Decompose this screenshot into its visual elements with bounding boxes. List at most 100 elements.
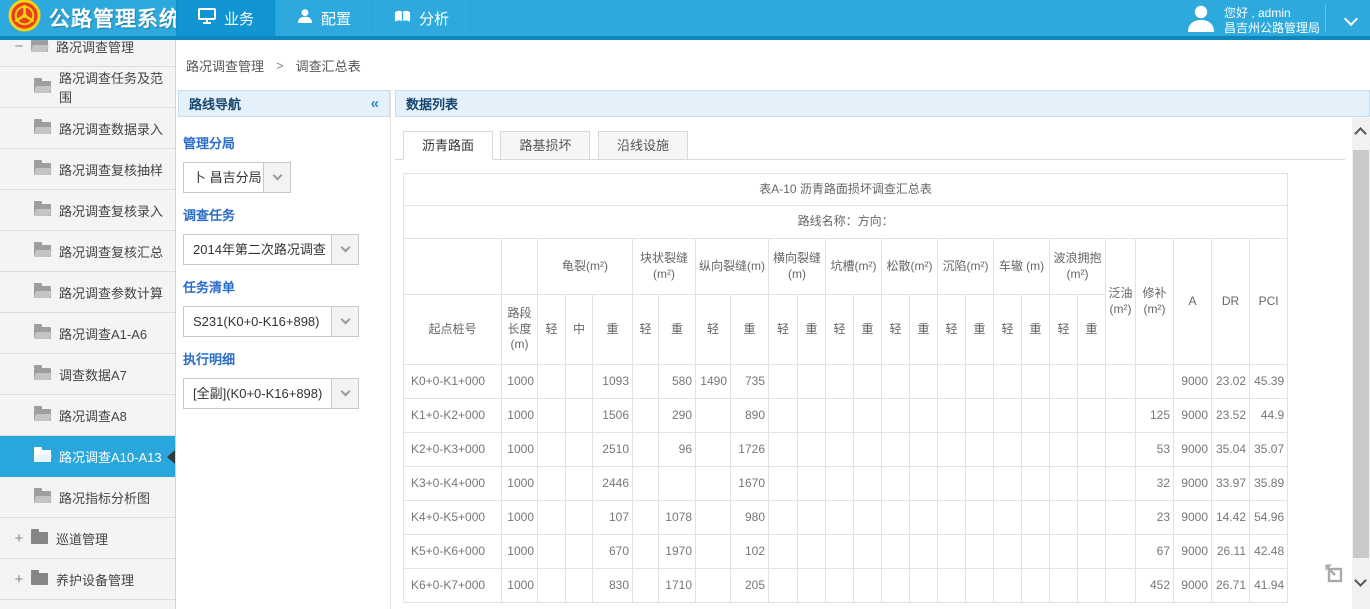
sidebar-item[interactable]: 路况调查A10-A13 (0, 436, 175, 477)
table-cell (826, 569, 854, 603)
scrollbar-thumb[interactable] (1353, 150, 1369, 558)
table-cell: 9000 (1174, 433, 1212, 467)
top-tab-config[interactable]: 配置 (275, 0, 372, 36)
table-cell: 35.04 (1212, 433, 1250, 467)
table-row[interactable]: K1+0-K2+00010001506290890125900023.5244.… (404, 399, 1288, 433)
sidebar-item-label: 路况指标分析图 (59, 488, 150, 507)
column-subheader: 重 (910, 295, 938, 365)
breadcrumb-item-current: 调查汇总表 (296, 56, 361, 75)
table-cell (854, 501, 882, 535)
select-dropdown-button[interactable] (331, 235, 358, 264)
field-label-task-list: 任务清单 (183, 277, 390, 296)
chevron-down-icon (340, 243, 350, 253)
sidebar-item[interactable]: 路况调查复核抽样 (0, 149, 175, 190)
task-select[interactable]: 2014年第二次路况调查 (183, 234, 359, 265)
sidebar-item[interactable]: +养护设备管理 (0, 559, 175, 600)
branch-select[interactable]: 卜 昌吉分局 (183, 162, 291, 193)
table-row[interactable]: K5+0-K6+0001000670197010267900026.1142.4… (404, 535, 1288, 569)
table-cell (938, 399, 966, 433)
table-cell (538, 467, 566, 501)
expand-icon[interactable]: + (12, 530, 26, 547)
table-row[interactable]: K3+0-K4+00010002446167032900033.9735.89 (404, 467, 1288, 501)
sidebar-item[interactable]: −路况调查管理 (0, 40, 175, 67)
table-cell (769, 535, 798, 569)
table-cell (1106, 467, 1136, 501)
table-cell (938, 535, 966, 569)
column-subheader: 轻 (769, 295, 798, 365)
sidebar-item[interactable]: 路况调查数据录入 (0, 108, 175, 149)
sidebar-item[interactable]: 路况调查复核汇总 (0, 231, 175, 272)
select-value: 卜 昌吉分局 (184, 163, 263, 192)
folder-icon (34, 409, 51, 421)
user-box[interactable]: 您好 , admin 昌吉州公路管理局 (1186, 3, 1320, 38)
sidebar-item[interactable]: 路况调查A8 (0, 395, 175, 436)
table-cell (826, 433, 854, 467)
select-dropdown-button[interactable] (331, 379, 358, 408)
column-subheader: 轻 (696, 295, 731, 365)
tab-subgrade-damage[interactable]: 路基损坏 (500, 131, 590, 160)
table-cell (910, 535, 938, 569)
column-subheader: 轻 (1050, 295, 1078, 365)
folder-icon (34, 491, 51, 503)
detail-select[interactable]: [全副](K0+0-K16+898) (183, 378, 359, 409)
scroll-down-arrow-icon[interactable] (1352, 570, 1370, 596)
folder-icon (34, 286, 51, 298)
user-icon (297, 8, 321, 28)
tab-roadside-facilities[interactable]: 沿线设施 (598, 131, 688, 160)
table-cell (882, 399, 910, 433)
top-tab-business[interactable]: 业务 (176, 0, 275, 36)
table-cell (538, 501, 566, 535)
table-row[interactable]: K6+0-K7+00010008301710205452900026.7141.… (404, 569, 1288, 603)
sidebar-item[interactable]: 路况调查复核录入 (0, 190, 175, 231)
top-tab-analysis[interactable]: 分析 (372, 0, 471, 36)
user-text: 您好 , admin 昌吉州公路管理局 (1224, 6, 1320, 36)
table-cell (769, 399, 798, 433)
table-cell: 1093 (593, 365, 633, 399)
table-row[interactable]: K4+0-K5+0001000107107898023900014.4254.9… (404, 501, 1288, 535)
sidebar-item[interactable]: 路况调查任务及范围 (0, 67, 175, 108)
column-subheader: 轻 (938, 295, 966, 365)
select-dropdown-button[interactable] (263, 163, 290, 192)
sidebar-item[interactable]: +巡道管理 (0, 518, 175, 559)
table-cell: K6+0-K7+000 (404, 569, 502, 603)
sidebar-item[interactable]: 路况调查参数计算 (0, 272, 175, 313)
table-cell: 830 (593, 569, 633, 603)
collapse-panel-icon[interactable]: « (371, 95, 379, 112)
scroll-up-arrow-icon[interactable] (1352, 118, 1370, 144)
table-cell (1050, 467, 1078, 501)
popout-icon[interactable] (1322, 560, 1348, 586)
table-cell: 1726 (731, 433, 769, 467)
select-dropdown-button[interactable] (331, 307, 358, 336)
table-cell (633, 467, 659, 501)
breadcrumb-item[interactable]: 路况调查管理 (186, 56, 264, 75)
folder-icon (31, 532, 48, 544)
table-cell: 102 (731, 535, 769, 569)
sidebar-item-label: 路况调查A8 (59, 406, 127, 425)
table-cell (798, 365, 826, 399)
table-cell (1078, 433, 1106, 467)
table-cell: 1506 (593, 399, 633, 433)
chevron-down-icon[interactable] (1345, 13, 1357, 25)
table-row[interactable]: K2+0-K3+0001000251096172653900035.0435.0… (404, 433, 1288, 467)
table-cell: K3+0-K4+000 (404, 467, 502, 501)
sidebar-item-label: 路况调查A10-A13 (59, 447, 162, 466)
page: 公路管理系统 业务 配置 (0, 0, 1370, 609)
selected-indicator (167, 450, 175, 464)
table-cell (538, 535, 566, 569)
column-subheader: 重 (966, 295, 994, 365)
table-cell: 1490 (696, 365, 731, 399)
sidebar-item[interactable]: 路况调查A1-A6 (0, 313, 175, 354)
chevron-down-icon (340, 315, 350, 325)
vertical-scrollbar[interactable] (1352, 118, 1370, 609)
table-cell: 1000 (502, 569, 538, 603)
collapse-icon[interactable]: − (12, 40, 26, 55)
tab-asphalt-pavement[interactable]: 沥青路面 (403, 131, 493, 160)
sidebar-item[interactable]: 路况指标分析图 (0, 477, 175, 518)
table-cell (696, 467, 731, 501)
table-cell (1078, 365, 1106, 399)
task-list-select[interactable]: S231(K0+0-K16+898) (183, 306, 359, 337)
sidebar-item[interactable]: 调查数据A7 (0, 354, 175, 395)
table-row[interactable]: K0+0-K1+000100010935801490735900023.0245… (404, 365, 1288, 399)
expand-icon[interactable]: + (12, 571, 26, 588)
sidebar-item-label: 路况调查数据录入 (59, 119, 163, 138)
